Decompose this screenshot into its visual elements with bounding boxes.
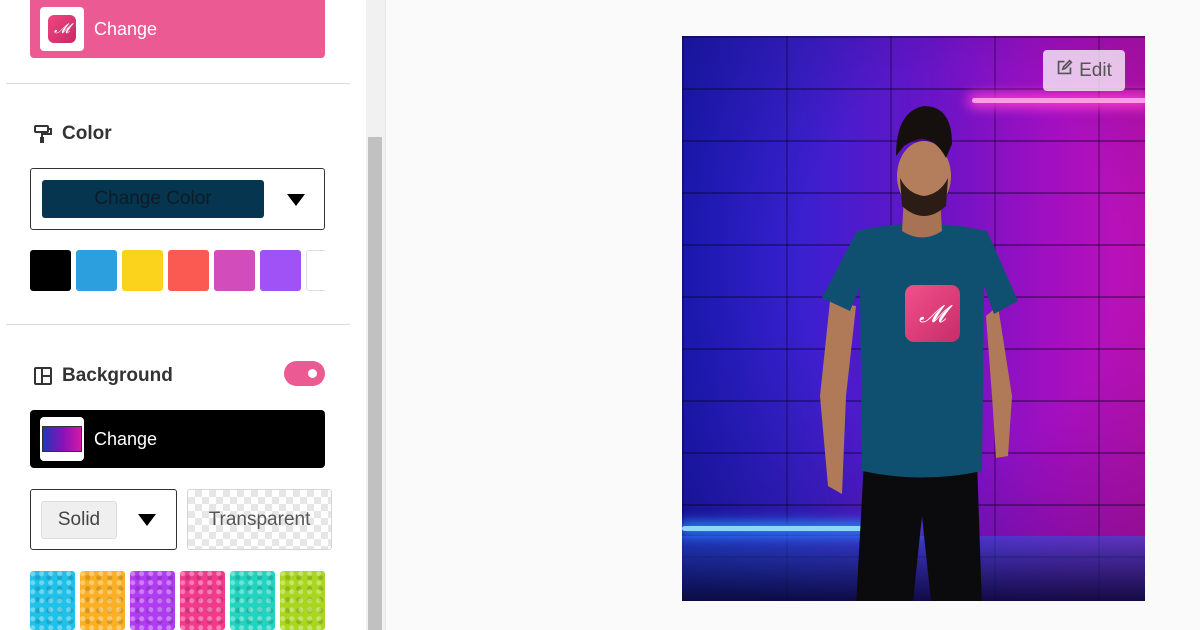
toggle-knob bbox=[308, 369, 317, 378]
chevron-down-icon[interactable] bbox=[138, 514, 156, 526]
color-swatch[interactable] bbox=[76, 250, 117, 291]
change-background-button[interactable]: Change bbox=[30, 410, 325, 468]
color-swatch[interactable] bbox=[260, 250, 301, 291]
edit-icon bbox=[1056, 59, 1073, 82]
color-select[interactable]: Change Color bbox=[30, 168, 325, 230]
edit-button[interactable]: Edit bbox=[1043, 50, 1125, 91]
color-swatch[interactable] bbox=[30, 250, 71, 291]
tshirt-logo-icon: 𝓜 bbox=[905, 285, 960, 342]
background-thumbnail bbox=[40, 417, 84, 461]
transparent-button[interactable]: Transparent bbox=[187, 489, 332, 550]
pattern-swatch[interactable] bbox=[30, 571, 75, 630]
change-color-button[interactable]: Change Color bbox=[42, 180, 264, 218]
color-section-title: Color bbox=[32, 123, 112, 145]
background-toggle[interactable] bbox=[284, 361, 325, 386]
scrollbar-thumb[interactable] bbox=[368, 137, 382, 630]
pattern-swatch[interactable] bbox=[230, 571, 275, 630]
design-thumbnail: 𝓜 bbox=[40, 7, 84, 51]
background-title: Background bbox=[62, 365, 173, 386]
color-swatch[interactable] bbox=[306, 250, 325, 291]
background-patterns bbox=[30, 571, 325, 630]
pattern-swatch[interactable] bbox=[130, 571, 175, 630]
divider bbox=[6, 324, 350, 325]
chevron-down-icon[interactable] bbox=[287, 194, 305, 206]
color-title: Color bbox=[62, 123, 112, 144]
divider bbox=[6, 83, 350, 84]
layout-icon bbox=[32, 365, 54, 387]
change-design-button[interactable]: 𝓜 Change bbox=[30, 0, 325, 58]
background-preview-icon bbox=[42, 426, 82, 452]
color-swatches bbox=[30, 250, 325, 291]
edit-label: Edit bbox=[1079, 59, 1112, 81]
change-design-label: Change bbox=[94, 18, 158, 39]
pattern-swatch[interactable] bbox=[180, 571, 225, 630]
change-background-label: Change bbox=[94, 428, 158, 449]
color-swatch[interactable] bbox=[122, 250, 163, 291]
logo-icon: 𝓜 bbox=[48, 15, 76, 43]
background-type-value: Solid bbox=[41, 501, 117, 539]
paint-roller-icon bbox=[32, 123, 54, 145]
background-type-select[interactable]: Solid bbox=[30, 489, 177, 550]
settings-panel: 𝓜 Change Color Change Color Background C… bbox=[0, 0, 366, 630]
mockup-preview: 𝓜 bbox=[682, 36, 1145, 601]
pattern-swatch[interactable] bbox=[280, 571, 325, 630]
color-swatch[interactable] bbox=[214, 250, 255, 291]
background-section-title: Background bbox=[32, 365, 173, 387]
pattern-swatch[interactable] bbox=[80, 571, 125, 630]
color-swatch[interactable] bbox=[168, 250, 209, 291]
